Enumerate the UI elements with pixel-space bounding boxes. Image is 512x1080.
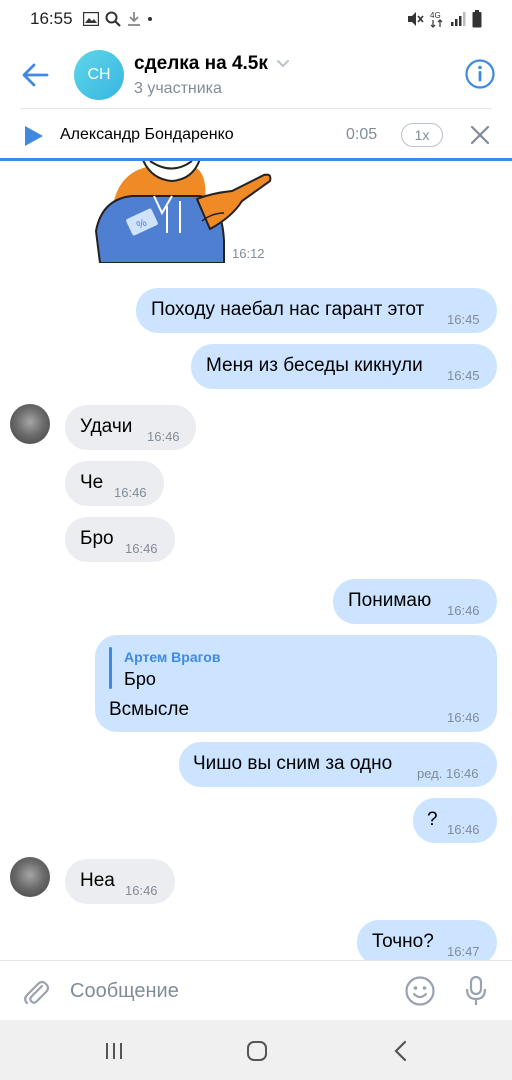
chat-avatar[interactable]: СН	[74, 50, 124, 100]
close-icon[interactable]	[470, 125, 490, 145]
reply-text: Бро	[124, 669, 156, 689]
message-text: Удачи	[80, 416, 133, 437]
message-input[interactable]	[70, 975, 370, 1007]
sender-avatar[interactable]	[10, 857, 50, 897]
chat-participants-count: 3 участника	[134, 80, 222, 97]
message-bubble-incoming[interactable]: Удачи 16:46	[65, 405, 196, 450]
message-text: Меня из беседы кикнули	[206, 355, 423, 376]
message-time: 16:46	[447, 822, 480, 837]
status-bar: 16:55 4G	[0, 0, 512, 38]
audio-author-name: Александр Бондаренко	[60, 126, 234, 143]
nav-back-icon[interactable]	[392, 1040, 408, 1062]
message-bubble-outgoing[interactable]: Походу наебал нас гарант этот 16:45	[136, 288, 497, 333]
header-divider	[20, 108, 492, 109]
gallery-notification-icon	[82, 12, 99, 26]
message-bubble-incoming[interactable]: Неа 16:46	[65, 859, 175, 904]
paperclip-icon[interactable]	[22, 977, 50, 1007]
chevron-down-icon	[276, 60, 289, 68]
status-time: 16:55	[30, 9, 73, 28]
search-notification-icon	[105, 11, 121, 27]
svg-text:4G: 4G	[430, 11, 441, 20]
message-time-edited: ред. 16:46	[417, 766, 479, 781]
recent-apps-icon[interactable]	[104, 1042, 124, 1060]
info-icon[interactable]	[464, 58, 496, 90]
download-notification-icon	[127, 12, 140, 26]
chat-header: СН сделка на 4.5к 3 участника	[0, 38, 512, 110]
message-text: ?	[427, 809, 438, 830]
message-text: Че	[80, 472, 104, 493]
network-4g-icon: 4G	[430, 11, 443, 28]
message-bubble-outgoing[interactable]: Меня из беседы кикнули 16:45	[191, 344, 497, 389]
message-composer	[0, 960, 512, 1020]
battery-icon	[472, 10, 482, 28]
reply-author[interactable]: Артем Врагов	[124, 649, 220, 665]
mute-icon	[408, 12, 424, 26]
audio-player-bar: Александр Бондаренко 0:05 1x	[0, 110, 512, 161]
message-time: 16:46	[125, 883, 158, 898]
smile-icon[interactable]	[404, 975, 436, 1007]
message-bubble-outgoing-reply[interactable]: Артем Врагов Бро Всмысле 16:46	[95, 635, 497, 732]
reply-indicator	[109, 647, 112, 689]
message-list[interactable]: % 16:12 Походу наебал нас гарант этот 16…	[0, 161, 512, 960]
message-text: Чишо вы сним за одно	[193, 753, 393, 774]
microphone-icon[interactable]	[464, 975, 488, 1007]
message-time: 16:46	[125, 541, 158, 556]
message-text: Точно?	[372, 931, 434, 952]
chat-title[interactable]: сделка на 4.5к	[134, 53, 290, 75]
message-bubble-outgoing[interactable]: Понимаю 16:46	[333, 579, 497, 624]
playback-speed-button[interactable]: 1x	[401, 123, 443, 147]
message-time: 16:46	[447, 603, 480, 618]
home-icon[interactable]	[246, 1040, 268, 1062]
back-arrow-icon[interactable]	[20, 60, 50, 90]
message-bubble-incoming[interactable]: Бро 16:46	[65, 517, 175, 562]
message-time: 16:47	[447, 944, 480, 959]
message-text: Всмысле	[109, 699, 190, 720]
message-bubble-outgoing[interactable]: ? 16:46	[413, 798, 497, 843]
system-navigation-bar	[0, 1020, 512, 1080]
message-bubble-outgoing[interactable]: Точно? 16:47	[357, 920, 497, 960]
message-time: 16:45	[447, 368, 480, 383]
audio-time: 0:05	[346, 126, 378, 143]
message-bubble-outgoing[interactable]: Чишо вы сним за одно ред. 16:46	[179, 742, 497, 787]
dot-icon	[147, 17, 152, 21]
message-time: 16:12	[228, 245, 269, 262]
message-text: Бро	[80, 528, 114, 549]
chat-title-text: сделка на 4.5к	[134, 53, 268, 74]
signal-icon	[451, 12, 466, 26]
message-text: Понимаю	[348, 590, 432, 611]
message-text: Неа	[80, 870, 115, 891]
message-time: 16:46	[447, 710, 480, 725]
message-time: 16:46	[114, 485, 147, 500]
sender-avatar[interactable]	[10, 404, 50, 444]
message-text: Походу наебал нас гарант этот	[151, 299, 425, 320]
message-time: 16:45	[447, 312, 480, 327]
message-time: 16:46	[147, 429, 180, 444]
message-bubble-incoming[interactable]: Че 16:46	[65, 461, 164, 506]
play-icon[interactable]	[24, 125, 44, 147]
